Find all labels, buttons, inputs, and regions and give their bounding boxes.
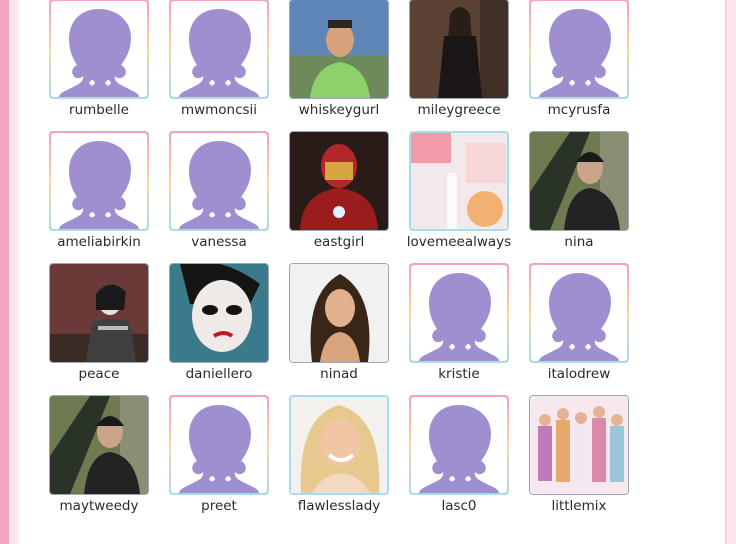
friend-name[interactable]: italodrew (520, 366, 638, 382)
friend-card[interactable]: lovemeealways (400, 131, 520, 267)
friend-name[interactable]: peace (40, 366, 158, 382)
avatar-photo-blonde-smiling[interactable] (289, 395, 389, 495)
friend-name[interactable]: eastgirl (280, 234, 398, 250)
friend-card[interactable]: ameliabirkin (40, 131, 160, 267)
friend-card[interactable]: vanessa (160, 131, 280, 267)
friend-name[interactable]: whiskeygurl (280, 102, 398, 118)
default-avatar-silhouette-icon[interactable] (169, 395, 269, 495)
friend-card[interactable]: preet (160, 395, 280, 531)
friend-card[interactable]: littlemix (520, 395, 640, 531)
friend-name[interactable]: rumbelle (40, 102, 158, 118)
friend-name[interactable]: vanessa (160, 234, 278, 250)
default-avatar-silhouette-icon[interactable] (169, 131, 269, 231)
friend-card[interactable]: mwmoncsii (160, 0, 280, 135)
avatar-photo-girl-group[interactable] (529, 395, 629, 495)
friend-card[interactable]: eastgirl (280, 131, 400, 267)
avatar-photo-blurry-orange[interactable] (409, 131, 509, 231)
friend-name[interactable]: mwmoncsii (160, 102, 278, 118)
friend-card[interactable]: flawlesslady (280, 395, 400, 531)
friend-name[interactable]: mileygreece (400, 102, 518, 118)
friend-name[interactable]: mcyrusfa (520, 102, 638, 118)
friend-card[interactable]: daniellero (160, 263, 280, 399)
friend-card[interactable]: whiskeygurl (280, 0, 400, 135)
avatar-photo-facepaint-girl[interactable] (49, 263, 149, 363)
left-border (0, 0, 9, 544)
friend-name[interactable]: maytweedy (40, 498, 158, 514)
friend-name[interactable]: daniellero (160, 366, 278, 382)
friend-name[interactable]: lasc0 (400, 498, 518, 514)
friend-card[interactable]: rumbelle (40, 0, 160, 135)
friend-card[interactable]: mcyrusfa (520, 0, 640, 135)
friend-name[interactable]: nina (520, 234, 638, 250)
avatar-photo-man-umbrella[interactable] (529, 131, 629, 231)
left-border-tint (9, 0, 19, 544)
friend-name[interactable]: lovemeealways (400, 234, 518, 250)
friend-card[interactable]: peace (40, 263, 160, 399)
avatar-photo-brunette-woman[interactable] (289, 263, 389, 363)
avatar-photo-iron-suit[interactable] (289, 131, 389, 231)
page: s101smillyharrietwattsqueeniebernice rum… (0, 0, 736, 544)
friend-name[interactable]: littlemix (520, 498, 638, 514)
friend-card[interactable]: kristie (400, 263, 520, 399)
avatar-photo-man-outdoors[interactable] (289, 0, 389, 99)
friend-name[interactable]: flawlesslady (280, 498, 398, 514)
friend-card[interactable]: italodrew (520, 263, 640, 399)
avatar-photo-clown-makeup[interactable] (169, 263, 269, 363)
friend-name[interactable]: kristie (400, 366, 518, 382)
default-avatar-silhouette-icon[interactable] (49, 131, 149, 231)
friend-card[interactable]: ninad (280, 263, 400, 399)
default-avatar-silhouette-icon[interactable] (529, 263, 629, 363)
friend-card[interactable]: mileygreece (400, 0, 520, 135)
default-avatar-silhouette-icon[interactable] (169, 0, 269, 99)
right-border (727, 0, 736, 544)
friend-card[interactable]: lasc0 (400, 395, 520, 531)
avatar-photo-woman-dark-dress[interactable] (409, 0, 509, 99)
friend-card[interactable]: nina (520, 131, 640, 267)
friend-name[interactable]: ninad (280, 366, 398, 382)
friend-card[interactable]: maytweedy (40, 395, 160, 531)
default-avatar-silhouette-icon[interactable] (529, 0, 629, 99)
default-avatar-silhouette-icon[interactable] (409, 395, 509, 495)
default-avatar-silhouette-icon[interactable] (409, 263, 509, 363)
friend-name[interactable]: preet (160, 498, 278, 514)
avatar-photo-man-umbrella[interactable] (49, 395, 149, 495)
default-avatar-silhouette-icon[interactable] (49, 0, 149, 99)
friend-name[interactable]: ameliabirkin (40, 234, 158, 250)
